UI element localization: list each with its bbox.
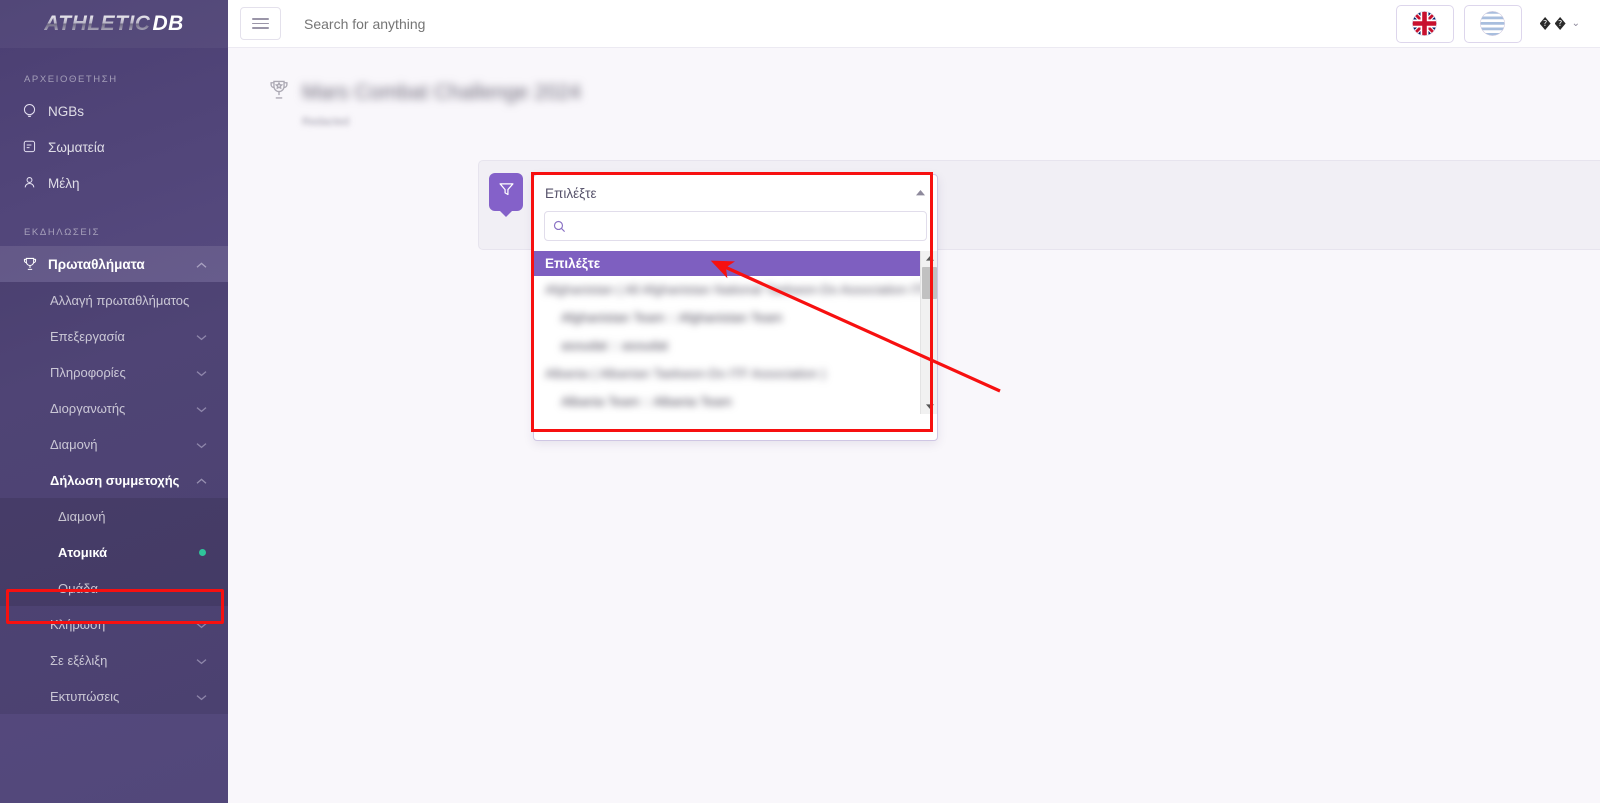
chevron-down-icon <box>196 653 210 668</box>
sidebar-subitem2-label: Ατομικά <box>58 544 108 560</box>
uk-flag-icon <box>1412 11 1438 36</box>
sidebar-subitem-draw[interactable]: Κλήρωση <box>0 606 228 642</box>
sidebar-subitem-information[interactable]: Πληροφορίες <box>0 354 228 390</box>
trophy-icon <box>268 78 290 107</box>
sidebar-subitem-accommodation[interactable]: Διαμονή <box>0 426 228 462</box>
page-header: Mars Combat Challenge 2024 Redacted <box>228 48 1600 128</box>
dropdown-option-group[interactable]: Afghanistan ( All Afghanistan National T… <box>534 276 937 304</box>
sidebar-item-label: NGBs <box>48 103 85 119</box>
magnifier-icon <box>553 220 566 232</box>
sidebar-subitem-organizer[interactable]: Διοργανωτής <box>0 390 228 426</box>
sidebar-subitem2-label: Ομάδα <box>58 580 98 596</box>
brand-athletic-text: ATHLETIC <box>44 12 151 35</box>
select-dropdown-panel[interactable]: Επιλέξτε Επιλέξτε Afghanistan ( All Afgh… <box>533 174 938 441</box>
sidebar-subitem2-team[interactable]: Ομάδα <box>0 570 228 606</box>
sidebar-subitem2-label: Διαμονή <box>58 508 106 524</box>
brand-db-text: DB <box>152 12 184 35</box>
sidebar-item-label: Μέλη <box>48 175 80 191</box>
boxing-glove-icon <box>22 139 48 155</box>
sidebar-subitem-editing[interactable]: Επεξεργασία <box>0 318 228 354</box>
status-dot-icon <box>199 548 206 556</box>
trophy-icon <box>22 256 48 272</box>
sidebar-subitem-label: Πληροφορίες <box>50 364 126 380</box>
topbar: ⌄ <box>228 0 1600 48</box>
dropdown-options-list[interactable]: Επιλέξτε Afghanistan ( All Afghanistan N… <box>534 251 937 414</box>
sidebar-subitem-change-championship[interactable]: Αλλαγή πρωταθλήματος <box>0 282 228 318</box>
dropdown-option-item[interactable]: Afghanistan Team :: Afghanistan Team <box>534 304 920 332</box>
sidebar-item-label: Σωματεία <box>48 139 105 155</box>
scroll-down-arrow-icon[interactable] <box>921 399 937 414</box>
select-display-value: Επιλέξτε <box>545 185 597 201</box>
sidebar-item-members[interactable]: Μέλη <box>0 165 228 201</box>
chevron-up-icon[interactable] <box>916 188 925 198</box>
dropdown-option-highlighted[interactable]: Επιλέξτε <box>534 251 920 276</box>
dropdown-option-item[interactable]: Albania Team :: Albania Team <box>534 388 920 414</box>
sidebar-subitem-printouts[interactable]: Εκτυπώσεις <box>0 678 228 714</box>
sidebar-subitem-label: Δήλωση συμμετοχής <box>50 472 180 488</box>
sidebar-section-label-archive: ΑΡΧΕΙΟΘΕΤΗΣΗ <box>24 74 118 85</box>
page-title: Mars Combat Challenge 2024 <box>302 80 581 104</box>
missing-glyph-icon <box>1555 17 1566 30</box>
dropdown-scrollbar[interactable] <box>920 251 937 414</box>
sidebar-subitem-label: Αλλαγή πρωταθλήματος <box>50 292 190 308</box>
sidebar-subitem-label: Κλήρωση <box>50 616 106 632</box>
hamburger-icon[interactable] <box>240 7 281 40</box>
app-root: ATHLETICDB ΑΡΧΕΙΟΘΕΤΗΣΗ NGBs Σωματεία Μέ… <box>0 0 1600 803</box>
sidebar-subitem-label: Εκτυπώσεις <box>50 688 120 704</box>
globe-icon <box>22 103 48 119</box>
select-display-value-row[interactable]: Επιλέξτε <box>534 175 937 211</box>
filter-icon[interactable] <box>489 173 523 211</box>
sidebar-item-ngbs[interactable]: NGBs <box>0 93 228 129</box>
dropdown-option-item[interactable]: asoudat :: asoudat <box>534 332 920 360</box>
sidebar-subitem2-individual[interactable]: Ατομικά <box>0 534 228 570</box>
chevron-down-icon <box>196 689 210 704</box>
sidebar: ATHLETICDB ΑΡΧΕΙΟΘΕΤΗΣΗ NGBs Σωματεία Μέ… <box>0 0 228 803</box>
sidebar-subitem-label: Διοργανωτής <box>50 400 126 416</box>
language-button-el[interactable] <box>1463 4 1522 43</box>
dropdown-option-group[interactable]: Albania ( Albanian Taekwon-Do ITF Associ… <box>534 360 920 388</box>
user-menu-button[interactable]: ⌄ <box>1532 17 1586 30</box>
sidebar-item-label: Πρωταθλήματα <box>48 256 145 272</box>
sidebar-subitem-in-progress[interactable]: Σε εξέλιξη <box>0 642 228 678</box>
brand-logo[interactable]: ATHLETICDB <box>0 0 228 48</box>
chevron-down-icon <box>196 617 210 632</box>
person-icon <box>22 175 48 191</box>
language-button-en[interactable] <box>1395 4 1454 43</box>
sidebar-item-clubs[interactable]: Σωματεία <box>0 129 228 165</box>
sidebar-subitem-participation-declaration[interactable]: Δήλωση συμμετοχής <box>0 462 228 498</box>
chevron-up-icon <box>196 257 210 272</box>
sidebar-section-label-events: ΕΚΔΗΛΩΣΕΙΣ <box>24 227 101 238</box>
sidebar-subitem-label: Σε εξέλιξη <box>50 652 108 668</box>
sidebar-item-championships[interactable]: Πρωταθλήματα <box>0 246 228 282</box>
chevron-down-icon <box>196 401 210 416</box>
dropdown-search-box[interactable] <box>544 211 927 241</box>
chevron-up-icon <box>196 473 210 488</box>
scrollbar-thumb[interactable] <box>922 267 937 299</box>
chevron-down-icon <box>196 329 210 344</box>
scroll-up-arrow-icon[interactable] <box>921 251 937 266</box>
sidebar-subitem-label: Διαμονή <box>50 436 98 452</box>
main-area: ⌄ Mars Combat Challenge 2024 Redacted <box>228 0 1600 803</box>
sidebar-submenu-championships: Αλλαγή πρωταθλήματος Επεξεργασία Πληροφο… <box>0 282 228 714</box>
sidebar-submenu-participation: Διαμονή Ατομικά Ομάδα <box>0 498 228 606</box>
dropdown-search-input[interactable] <box>573 218 918 234</box>
chevron-down-icon: ⌄ <box>1571 18 1580 29</box>
topbar-right-controls: ⌄ <box>1395 4 1586 43</box>
dropdown-search-wrapper <box>534 211 937 241</box>
chevron-down-icon <box>196 437 210 452</box>
greece-flag-icon <box>1480 11 1506 36</box>
chevron-down-icon <box>196 365 210 380</box>
search-input[interactable] <box>304 15 704 32</box>
sidebar-subitem-label: Επεξεργασία <box>50 328 125 344</box>
missing-glyph-icon <box>1540 17 1551 30</box>
page-subtitle: Redacted <box>302 116 350 128</box>
sidebar-subitem2-accommodation[interactable]: Διαμονή <box>0 498 228 534</box>
